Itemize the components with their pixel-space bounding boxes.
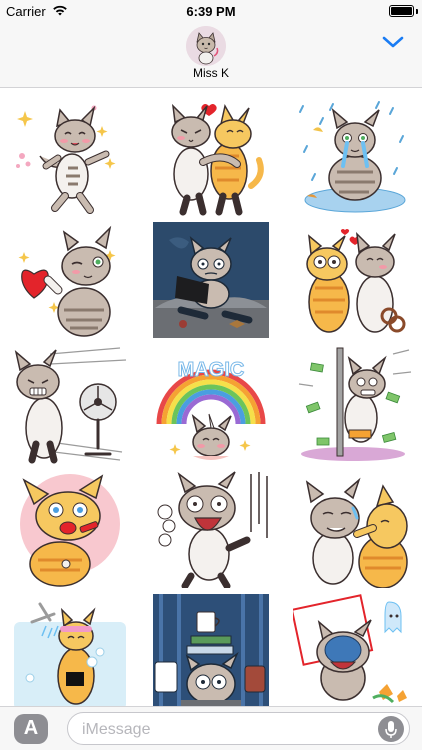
sticker-cat-fan-wind[interactable] [10, 344, 130, 464]
microphone-icon[interactable] [378, 716, 404, 742]
sticker-cat-ghost-spill[interactable] [293, 592, 413, 706]
chevron-down-icon[interactable] [382, 34, 404, 50]
contact-name: Miss K [193, 66, 229, 80]
battery-icon [389, 5, 414, 17]
imessage-placeholder: iMessage [82, 721, 151, 738]
sticker-grid: MAGIC [0, 88, 422, 706]
sticker-cat-coffee-books[interactable] [151, 592, 271, 706]
sticker-cat-winking-heart[interactable] [10, 220, 130, 340]
sticker-cat-lipstick[interactable] [10, 468, 130, 588]
sticker-cat-screaming[interactable] [151, 468, 271, 588]
message-input-bar: A iMessage [0, 706, 422, 750]
sticker-cat-magic-rainbow[interactable]: MAGIC [151, 344, 271, 464]
sticker-cat-pole-money[interactable] [293, 344, 413, 464]
status-bar: Carrier 6:39 PM [0, 0, 422, 22]
sticker-cats-shy-handcuffs[interactable] [293, 220, 413, 340]
app-store-icon[interactable]: A [14, 714, 48, 744]
sticker-cat-laptop-night[interactable] [151, 220, 271, 340]
conversation-header: Miss K [0, 22, 422, 88]
imessage-input[interactable]: iMessage [67, 712, 410, 745]
cat-avatar-icon[interactable] [186, 26, 226, 66]
apps-glyph: A [23, 717, 39, 739]
sticker-cats-cheek-hug[interactable] [293, 468, 413, 588]
sticker-cat-dancing-happy[interactable] [10, 96, 130, 216]
sticker-cats-hugging[interactable] [151, 96, 271, 216]
sticker-cat-crying-rain[interactable] [293, 96, 413, 216]
sticker-cat-shower[interactable] [10, 592, 130, 706]
status-time: 6:39 PM [186, 4, 236, 19]
magic-text: MAGIC [178, 359, 245, 381]
